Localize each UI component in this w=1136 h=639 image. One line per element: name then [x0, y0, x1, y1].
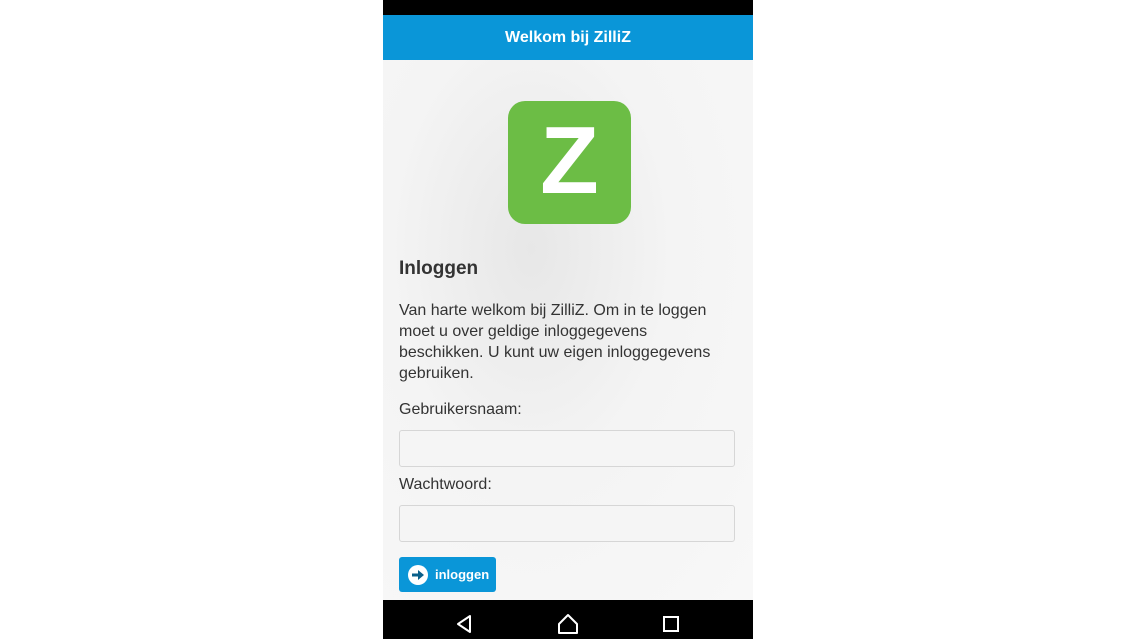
app-header: Welkom bij ZilliZ: [383, 15, 753, 60]
username-label: Gebruikersnaam:: [399, 401, 522, 418]
android-nav-bar: [383, 600, 753, 639]
password-label: Wachtwoord:: [399, 476, 492, 493]
login-content: Z Inloggen Van harte welkom bij ZilliZ. …: [383, 60, 753, 600]
status-bar: [383, 0, 753, 15]
login-button[interactable]: inloggen: [399, 557, 496, 592]
header-title: Welkom bij ZilliZ: [505, 28, 631, 46]
login-intro-text: Van harte welkom bij ZilliZ. Om in te lo…: [399, 302, 711, 382]
zilliz-logo: Z: [508, 101, 631, 224]
arrow-right-icon: [408, 564, 428, 585]
recent-apps-icon[interactable]: [659, 612, 683, 636]
home-icon[interactable]: [556, 612, 580, 636]
login-title: Inloggen: [399, 258, 479, 279]
password-input[interactable]: [399, 505, 735, 542]
back-icon[interactable]: [453, 612, 477, 636]
logo-letter: Z: [540, 106, 599, 214]
phone-screen: Welkom bij ZilliZ Z Inloggen Van harte w…: [383, 0, 753, 639]
username-input[interactable]: [399, 430, 735, 467]
login-button-label: inloggen: [435, 567, 490, 582]
